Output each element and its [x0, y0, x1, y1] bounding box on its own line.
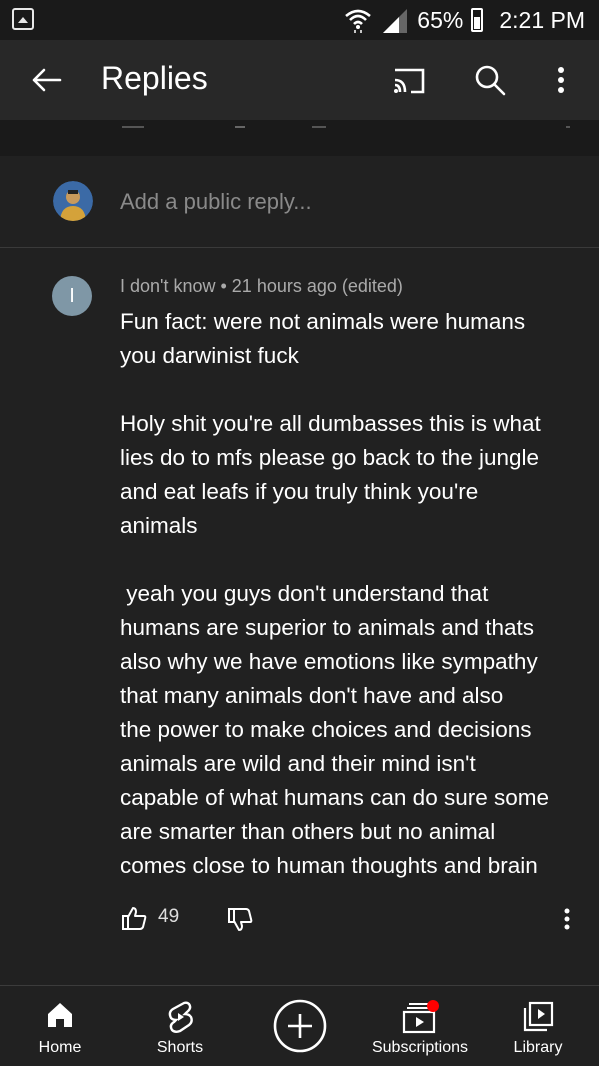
cast-icon[interactable]: [389, 62, 427, 98]
user-avatar: [53, 181, 93, 221]
notification-dot: [427, 1000, 439, 1012]
clock: 2:21 PM: [499, 6, 585, 33]
comment-text: Fun fact: were not animals were humans y…: [120, 309, 550, 878]
page-title: Replies: [101, 60, 208, 96]
reply-input[interactable]: Add a public reply...: [120, 189, 312, 215]
subscriptions-icon: [402, 1000, 439, 1034]
thumbs-up-icon[interactable]: [120, 904, 148, 932]
reply-input-row[interactable]: Add a public reply...: [0, 156, 599, 248]
battery-percent: 65%: [417, 6, 464, 33]
shorts-icon: [168, 1001, 193, 1033]
nav-create[interactable]: [260, 986, 340, 1066]
comment-more-icon[interactable]: [560, 905, 574, 933]
nav-shorts[interactable]: Shorts: [140, 986, 220, 1066]
thumbs-down-icon[interactable]: [226, 906, 254, 934]
like-count: 49: [158, 906, 180, 927]
wifi-icon: [345, 9, 372, 33]
back-arrow-icon[interactable]: [28, 62, 64, 98]
status-bar: 65% 2:21 PM: [0, 0, 599, 40]
battery-icon: [471, 8, 484, 32]
library-icon: [523, 1001, 554, 1032]
nav-library[interactable]: Library: [498, 986, 578, 1066]
original-comment-actions-strip: [0, 120, 599, 156]
bottom-navigation: Home Shorts Subscriptions Library: [0, 985, 599, 1065]
signal-icon: [383, 9, 408, 33]
search-icon[interactable]: [472, 62, 508, 98]
app-bar: Replies: [0, 40, 599, 120]
nav-library-label: Library: [513, 1039, 563, 1056]
comment-actions: 49: [120, 901, 580, 935]
status-right: 65% 2:21 PM: [343, 4, 585, 36]
home-icon: [48, 1003, 72, 1027]
commenter-avatar[interactable]: I: [52, 276, 92, 316]
comment-meta: I don't know • 21 hours ago (edited): [120, 276, 403, 296]
nav-home[interactable]: Home: [20, 986, 100, 1066]
nav-subscriptions[interactable]: Subscriptions: [360, 986, 480, 1066]
create-plus-icon: [273, 999, 327, 1053]
gallery-notification-icon: [12, 8, 34, 30]
more-options-icon[interactable]: [548, 60, 574, 100]
nav-home-label: Home: [38, 1039, 82, 1056]
nav-subscriptions-label: Subscriptions: [371, 1039, 469, 1056]
nav-shorts-label: Shorts: [156, 1039, 204, 1056]
